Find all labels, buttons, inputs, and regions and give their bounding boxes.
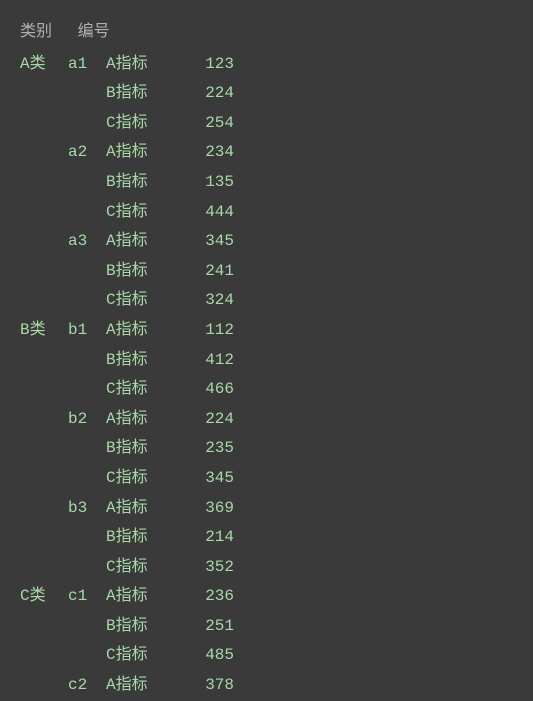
table-row: C指标485 bbox=[20, 641, 513, 671]
cell-metric: B指标 bbox=[106, 257, 180, 287]
cell-value: 234 bbox=[180, 138, 234, 168]
table-row: C指标444 bbox=[20, 198, 513, 228]
cell-value: 123 bbox=[180, 50, 234, 80]
table-row: a3A指标345 bbox=[20, 227, 513, 257]
cell-id: a2 bbox=[68, 138, 106, 168]
cell-metric: C指标 bbox=[106, 553, 180, 583]
table-row: B指标224 bbox=[20, 79, 513, 109]
table-row: B指标412 bbox=[20, 346, 513, 376]
cell-value: 241 bbox=[180, 257, 234, 287]
cell-id: b3 bbox=[68, 494, 106, 524]
cell-id: b1 bbox=[68, 316, 106, 346]
cell-value: 112 bbox=[180, 316, 234, 346]
table-row: B指标135 bbox=[20, 168, 513, 198]
header-id: 编号 bbox=[78, 18, 110, 48]
cell-value: 135 bbox=[180, 168, 234, 198]
cell-metric: C指标 bbox=[106, 641, 180, 671]
cell-metric: C指标 bbox=[106, 464, 180, 494]
cell-category: A类 bbox=[20, 50, 68, 80]
cell-id: a3 bbox=[68, 227, 106, 257]
cell-metric: B指标 bbox=[106, 523, 180, 553]
cell-metric: B指标 bbox=[106, 168, 180, 198]
cell-value: 236 bbox=[180, 582, 234, 612]
cell-value: 412 bbox=[180, 346, 234, 376]
cell-category: C类 bbox=[20, 582, 68, 612]
cell-value: 352 bbox=[180, 553, 234, 583]
cell-metric: A指标 bbox=[106, 50, 180, 80]
table-row: B指标214 bbox=[20, 523, 513, 553]
cell-value: 235 bbox=[180, 434, 234, 464]
cell-value: 345 bbox=[180, 227, 234, 257]
cell-metric: B指标 bbox=[106, 346, 180, 376]
table-row: C指标324 bbox=[20, 286, 513, 316]
cell-value: 466 bbox=[180, 375, 234, 405]
header-category: 类别 bbox=[20, 18, 68, 48]
cell-value: 224 bbox=[180, 405, 234, 435]
table-row: B类b1A指标112 bbox=[20, 316, 513, 346]
cell-id: a1 bbox=[68, 50, 106, 80]
cell-metric: C指标 bbox=[106, 198, 180, 228]
cell-value: 254 bbox=[180, 109, 234, 139]
cell-id: c1 bbox=[68, 582, 106, 612]
cell-metric: C指标 bbox=[106, 109, 180, 139]
table-header: 类别 编号 bbox=[20, 18, 513, 48]
cell-value: 251 bbox=[180, 612, 234, 642]
cell-id: b2 bbox=[68, 405, 106, 435]
cell-value: 324 bbox=[180, 286, 234, 316]
table-row: b2A指标224 bbox=[20, 405, 513, 435]
cell-metric: A指标 bbox=[106, 405, 180, 435]
table-body: A类a1A指标123B指标224C指标254a2A指标234B指标135C指标4… bbox=[20, 50, 513, 701]
cell-metric: A指标 bbox=[106, 138, 180, 168]
cell-metric: A指标 bbox=[106, 582, 180, 612]
cell-value: 369 bbox=[180, 494, 234, 524]
cell-metric: A指标 bbox=[106, 316, 180, 346]
cell-value: 444 bbox=[180, 198, 234, 228]
cell-value: 485 bbox=[180, 641, 234, 671]
cell-category: B类 bbox=[20, 316, 68, 346]
table-row: b3A指标369 bbox=[20, 494, 513, 524]
table-row: A类a1A指标123 bbox=[20, 50, 513, 80]
cell-value: 345 bbox=[180, 464, 234, 494]
table-row: B指标251 bbox=[20, 612, 513, 642]
cell-value: 214 bbox=[180, 523, 234, 553]
cell-metric: C指标 bbox=[106, 286, 180, 316]
table-row: B指标241 bbox=[20, 257, 513, 287]
table-row: B指标235 bbox=[20, 434, 513, 464]
cell-value: 224 bbox=[180, 79, 234, 109]
cell-metric: B指标 bbox=[106, 612, 180, 642]
table-row: C指标254 bbox=[20, 109, 513, 139]
cell-metric: A指标 bbox=[106, 494, 180, 524]
table-row: a2A指标234 bbox=[20, 138, 513, 168]
table-row: C指标352 bbox=[20, 553, 513, 583]
table-row: C指标466 bbox=[20, 375, 513, 405]
cell-metric: B指标 bbox=[106, 434, 180, 464]
table-row: C类c1A指标236 bbox=[20, 582, 513, 612]
cell-metric: B指标 bbox=[106, 79, 180, 109]
cell-metric: A指标 bbox=[106, 227, 180, 257]
table-row: C指标345 bbox=[20, 464, 513, 494]
cell-metric: C指标 bbox=[106, 375, 180, 405]
